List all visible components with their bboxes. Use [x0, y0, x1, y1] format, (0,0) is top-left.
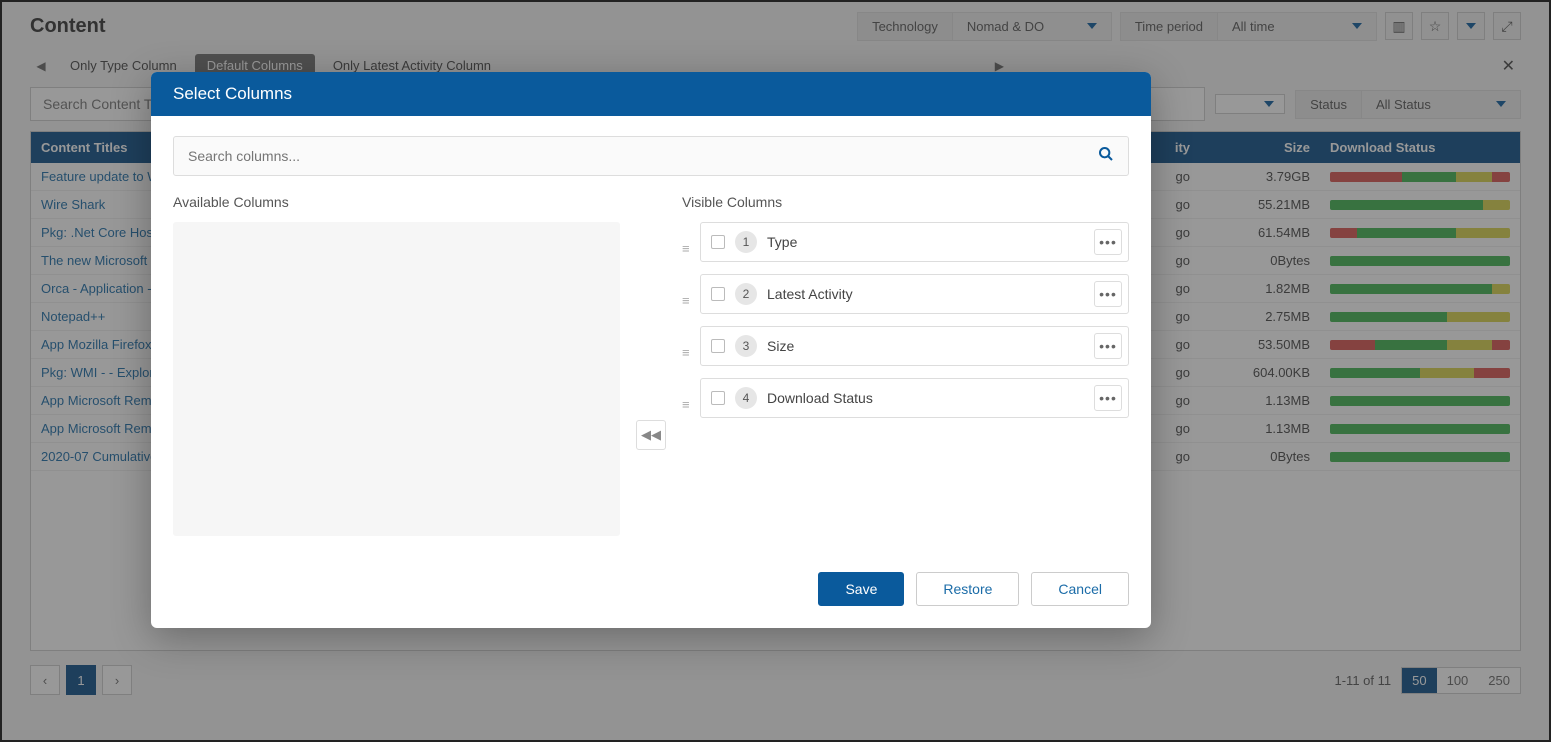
- save-button[interactable]: Save: [818, 572, 904, 606]
- column-order-badge: 2: [735, 283, 757, 305]
- column-search-input[interactable]: [188, 148, 1098, 164]
- column-label: Latest Activity: [767, 286, 1084, 302]
- column-label: Size: [767, 338, 1084, 354]
- column-item-menu[interactable]: •••: [1094, 333, 1122, 359]
- drag-handle-icon[interactable]: ≡: [682, 293, 696, 308]
- column-item-menu[interactable]: •••: [1094, 281, 1122, 307]
- drag-handle-icon[interactable]: ≡: [682, 345, 696, 360]
- visible-columns-label: Visible Columns: [682, 194, 1129, 210]
- column-order-badge: 1: [735, 231, 757, 253]
- column-checkbox[interactable]: [711, 339, 725, 353]
- cancel-button[interactable]: Cancel: [1031, 572, 1129, 606]
- visible-column-item[interactable]: 3 Size •••: [700, 326, 1129, 366]
- restore-button[interactable]: Restore: [916, 572, 1019, 606]
- column-checkbox[interactable]: [711, 287, 725, 301]
- search-icon[interactable]: [1098, 146, 1114, 167]
- available-columns-box: [173, 222, 620, 536]
- column-label: Download Status: [767, 390, 1084, 406]
- column-label: Type: [767, 234, 1084, 250]
- visible-column-item[interactable]: 4 Download Status •••: [700, 378, 1129, 418]
- visible-column-item[interactable]: 1 Type •••: [700, 222, 1129, 262]
- drag-handle-icon[interactable]: ≡: [682, 397, 696, 412]
- move-all-left-button[interactable]: ◀◀: [636, 420, 666, 450]
- select-columns-modal: Select Columns Available Columns ◀◀ Visi…: [151, 72, 1151, 628]
- column-checkbox[interactable]: [711, 391, 725, 405]
- available-columns-label: Available Columns: [173, 194, 620, 210]
- modal-title: Select Columns: [151, 72, 1151, 116]
- column-checkbox[interactable]: [711, 235, 725, 249]
- column-item-menu[interactable]: •••: [1094, 385, 1122, 411]
- drag-handle-icon[interactable]: ≡: [682, 241, 696, 256]
- visible-column-item[interactable]: 2 Latest Activity •••: [700, 274, 1129, 314]
- column-item-menu[interactable]: •••: [1094, 229, 1122, 255]
- column-order-badge: 4: [735, 387, 757, 409]
- column-order-badge: 3: [735, 335, 757, 357]
